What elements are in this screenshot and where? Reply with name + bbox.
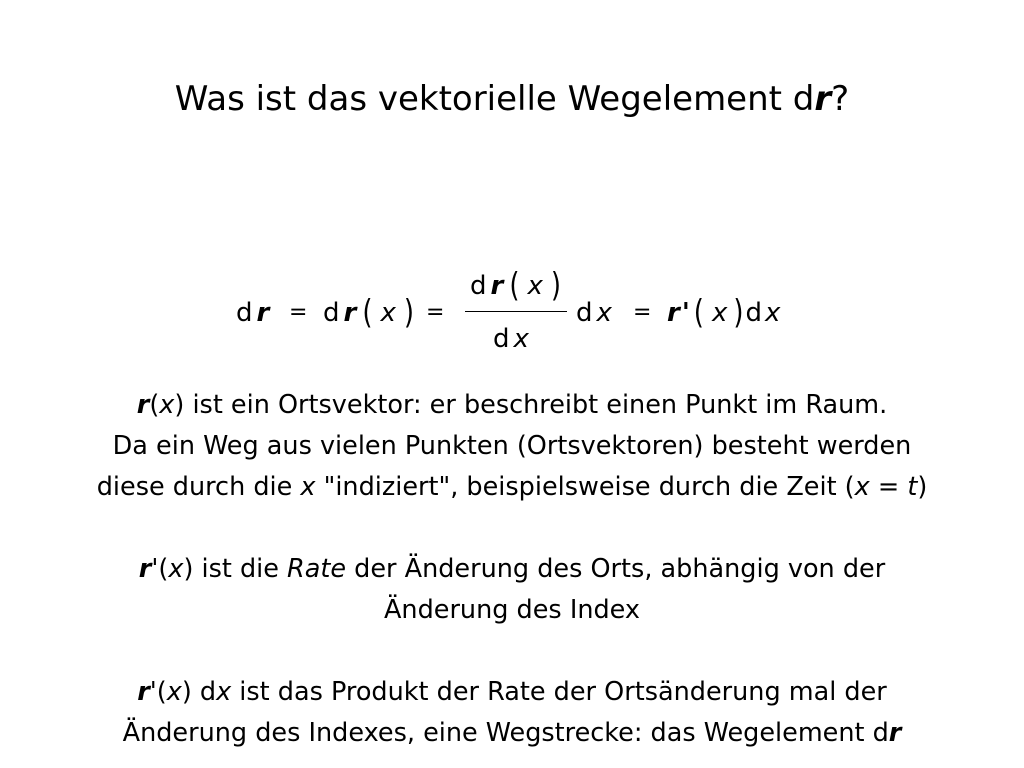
paragraph-line: r'(x) ist die Rate der Änderung des Orts…: [138, 554, 886, 584]
formula-numerator: d r(x): [470, 267, 562, 305]
paragraph-line: Änderung des Indexes, eine Wegstrecke: d…: [122, 718, 902, 748]
formula-dx: dx: [576, 298, 612, 328]
formula-equals-1: =: [289, 300, 308, 325]
title-vector-r: r: [814, 79, 832, 119]
paragraph-rate: r'(x) ist die Rate der Änderung des Orts…: [0, 549, 1024, 631]
formula-equals-3: =: [633, 300, 652, 325]
formula-denominator: dx: [493, 324, 529, 354]
paragraph-line: diese durch die x "indiziert", beispiels…: [96, 472, 928, 502]
slide: Was ist das vektorielle Wegelement dr? d…: [0, 0, 1024, 768]
title-text: Was ist das vektorielle Wegelement d: [174, 79, 815, 119]
paragraph-line: Änderung des Index: [383, 595, 641, 625]
formula-equals-2: =: [426, 300, 445, 325]
paragraph-ortsvektor: r(x) ist ein Ortsvektor: er beschreibt e…: [0, 385, 1024, 508]
paragraph-line: r'(x) dx ist das Produkt der Rate der Or…: [137, 677, 887, 707]
slide-title: Was ist das vektorielle Wegelement dr?: [0, 78, 1024, 120]
formula-dr: dr: [236, 298, 270, 328]
paragraph-line: r(x) ist ein Ortsvektor: er beschreibt e…: [136, 390, 888, 420]
paragraph-line: Da ein Weg aus vielen Punkten (Ortsvekto…: [112, 431, 912, 461]
formula-r-prime-dx: r'(x)d x: [667, 294, 781, 332]
title-question-mark: ?: [831, 79, 850, 119]
paragraph-wegelement: r'(x) dx ist das Produkt der Rate der Or…: [0, 672, 1024, 754]
fraction-bar: [465, 311, 567, 312]
formula: dr = d r(x) = d r(x) dx dx = r'(x)d x: [0, 266, 1024, 358]
formula-dr-of-x: d r(x): [323, 294, 415, 332]
